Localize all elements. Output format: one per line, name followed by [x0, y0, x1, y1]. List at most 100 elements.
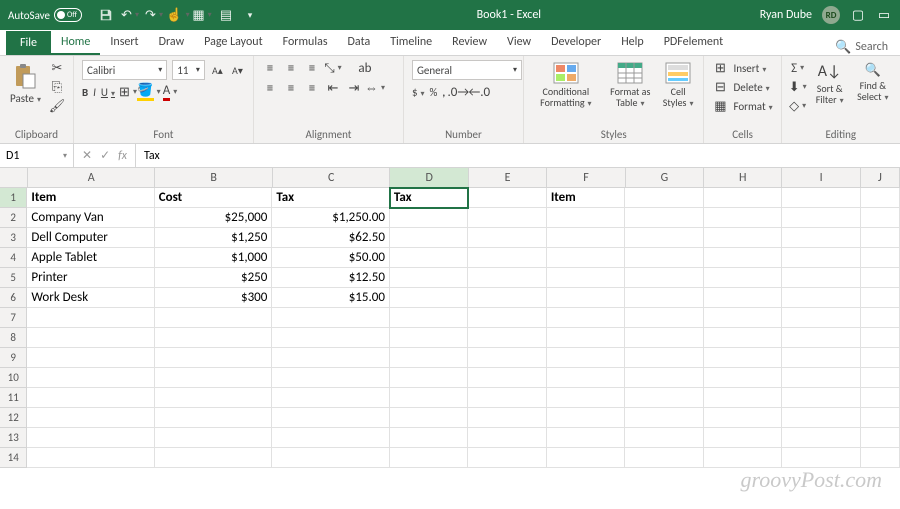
save-icon[interactable] — [98, 7, 114, 23]
cell[interactable]: Printer — [27, 268, 154, 288]
cell[interactable] — [468, 288, 546, 308]
user-name[interactable]: Ryan Dube — [760, 8, 812, 22]
tab-formulas[interactable]: Formulas — [273, 30, 338, 55]
paste-button[interactable]: Paste — [8, 60, 43, 107]
cell[interactable] — [155, 368, 273, 388]
col-header-D[interactable]: D — [390, 168, 468, 187]
undo-icon[interactable]: ↶ — [122, 7, 138, 23]
cell[interactable] — [390, 328, 468, 348]
cell[interactable] — [547, 428, 625, 448]
cell[interactable] — [704, 208, 782, 228]
decrease-decimal-icon[interactable]: ←.0 — [471, 84, 487, 100]
increase-font-icon[interactable]: A▴ — [210, 62, 225, 78]
tab-page-layout[interactable]: Page Layout — [194, 30, 272, 55]
align-center-icon[interactable]: ≡ — [283, 80, 299, 96]
fill-icon[interactable]: ⬇ — [790, 79, 806, 95]
conditional-formatting-button[interactable]: Conditional Formatting — [532, 60, 600, 111]
cell[interactable] — [390, 448, 468, 468]
tab-pdfelement[interactable]: PDFelement — [654, 30, 733, 55]
fx-icon[interactable]: fx — [118, 149, 127, 163]
cell[interactable] — [625, 428, 703, 448]
cell[interactable] — [861, 428, 900, 448]
cell[interactable]: $250 — [155, 268, 273, 288]
cell[interactable]: $15.00 — [272, 288, 390, 308]
cell[interactable] — [625, 228, 703, 248]
cell[interactable] — [27, 308, 154, 328]
cell[interactable] — [861, 448, 900, 468]
row-header[interactable]: 2 — [0, 208, 27, 228]
cell[interactable] — [155, 348, 273, 368]
row-header[interactable]: 12 — [0, 408, 27, 428]
cell[interactable] — [468, 308, 546, 328]
cell[interactable] — [155, 428, 273, 448]
row-header[interactable]: 7 — [0, 308, 27, 328]
cell[interactable] — [625, 368, 703, 388]
cell[interactable] — [272, 348, 390, 368]
align-bottom-icon[interactable]: ≡ — [304, 60, 320, 76]
cell[interactable] — [782, 248, 860, 268]
cell[interactable] — [782, 448, 860, 468]
cell[interactable] — [390, 428, 468, 448]
cell[interactable] — [547, 408, 625, 428]
cell[interactable] — [704, 388, 782, 408]
cell[interactable] — [861, 368, 900, 388]
cell[interactable] — [547, 228, 625, 248]
cell[interactable] — [468, 188, 546, 208]
increase-indent-icon[interactable]: ⇥ — [346, 80, 362, 96]
orientation-icon[interactable]: ⤡ — [325, 60, 341, 76]
cell[interactable] — [704, 228, 782, 248]
cell[interactable] — [390, 308, 468, 328]
col-header-J[interactable]: J — [861, 168, 900, 187]
formula-input[interactable]: Tax — [136, 144, 900, 167]
row-header[interactable]: 6 — [0, 288, 27, 308]
fill-color-icon[interactable]: 🪣 — [141, 84, 157, 100]
cell[interactable] — [547, 288, 625, 308]
cell[interactable] — [27, 368, 154, 388]
comma-icon[interactable]: , — [442, 86, 445, 99]
cell[interactable] — [272, 448, 390, 468]
row-header[interactable]: 10 — [0, 368, 27, 388]
cell[interactable] — [468, 348, 546, 368]
ribbon-display-icon[interactable]: ▭ — [876, 7, 892, 23]
row-header[interactable]: 14 — [0, 448, 27, 468]
cell[interactable] — [625, 208, 703, 228]
cell[interactable] — [861, 248, 900, 268]
cell[interactable]: Item — [547, 188, 625, 208]
grid-icon[interactable]: ▤ — [218, 7, 234, 23]
cell[interactable] — [468, 408, 546, 428]
search-box[interactable]: 🔍 Search — [835, 39, 894, 55]
tab-insert[interactable]: Insert — [100, 30, 148, 55]
cell[interactable]: Cost — [155, 188, 273, 208]
cell[interactable] — [861, 188, 900, 208]
bold-button[interactable]: B — [82, 86, 88, 99]
row-header[interactable]: 11 — [0, 388, 27, 408]
decrease-font-icon[interactable]: A▾ — [230, 62, 245, 78]
wrap-text-icon[interactable]: ab — [357, 60, 373, 76]
cell[interactable] — [704, 448, 782, 468]
cell[interactable] — [27, 348, 154, 368]
cell[interactable] — [782, 328, 860, 348]
cell[interactable]: $1,250 — [155, 228, 273, 248]
cell[interactable] — [625, 408, 703, 428]
cell[interactable] — [782, 388, 860, 408]
cell[interactable] — [625, 308, 703, 328]
col-header-G[interactable]: G — [626, 168, 704, 187]
font-size-select[interactable]: 11▾ — [172, 60, 205, 80]
cell-styles-button[interactable]: Cell Styles — [661, 60, 696, 111]
cell[interactable] — [861, 408, 900, 428]
align-middle-icon[interactable]: ≡ — [283, 60, 299, 76]
cell[interactable] — [390, 268, 468, 288]
cell[interactable] — [468, 208, 546, 228]
row-header[interactable]: 9 — [0, 348, 27, 368]
cell[interactable]: $12.50 — [272, 268, 390, 288]
cell[interactable] — [468, 268, 546, 288]
cell[interactable] — [468, 368, 546, 388]
cell[interactable] — [27, 388, 154, 408]
row-header[interactable]: 5 — [0, 268, 27, 288]
cell[interactable] — [782, 308, 860, 328]
cell[interactable] — [390, 348, 468, 368]
cell[interactable] — [704, 408, 782, 428]
cell[interactable] — [547, 268, 625, 288]
delete-cells-button[interactable]: ⊟Delete — [712, 79, 772, 95]
row-header[interactable]: 4 — [0, 248, 27, 268]
